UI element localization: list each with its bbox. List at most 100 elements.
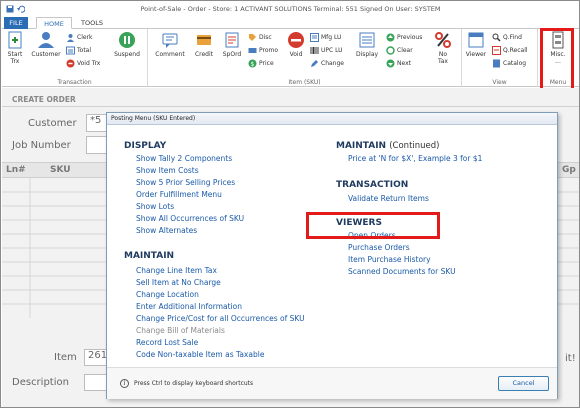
start-trx-icon [8,31,22,49]
edit-icon [311,60,318,67]
menu-item-validate-returns[interactable]: Validate Return Items [348,194,429,203]
clerk-button[interactable]: Clerk [66,33,93,42]
dialog-footer: i Press Ctrl to display keyboard shortcu… [107,367,557,399]
tab-file[interactable]: FILE [4,17,28,29]
menu-item-show-tally[interactable]: Show Tally 2 Components [136,154,232,163]
viewers-highlight-box [306,212,440,239]
menu-item-show-lots[interactable]: Show Lots [136,202,174,211]
credit-icon [197,35,211,45]
group-label-view: View [492,79,507,86]
keyboard-hint: Press Ctrl to display keyboard shortcuts [134,380,254,387]
item-field[interactable]: 261 [84,349,108,366]
credit-button[interactable]: Credit [191,31,217,58]
search-icon [492,33,501,42]
no-tax-button[interactable]: No Tax [430,31,456,65]
customer-button[interactable]: Customer [28,31,64,58]
menu-item-record-lost-sale[interactable]: Record Lost Sale [136,338,198,347]
menu-item-bill-of-materials: Change Bill of Materials [136,326,225,335]
tab-tools[interactable]: TOOLS [78,17,106,29]
viewer-button[interactable]: Viewer [463,31,489,58]
posting-menu-dialog: Posting Menu (SKU Entered) DISPLAY Show … [106,112,558,399]
misc-highlight-box [540,28,574,95]
menu-item-change-location[interactable]: Change Location [136,290,199,299]
tab-home[interactable]: HOME [36,17,72,29]
catalog-icon [493,59,500,68]
menu-item-change-tax[interactable]: Change Line Item Tax [136,266,217,275]
price-button[interactable]: $ Price [248,59,274,68]
void-icon [288,32,304,48]
info-icon: i [120,379,129,388]
spord-button[interactable]: SpOrd [219,31,245,58]
comment-icon [162,33,178,48]
clerk-icon [67,34,74,42]
column-sku: SKU [50,165,71,175]
upc-lu-button[interactable]: UPC LU [310,46,343,55]
clear-icon [386,46,395,55]
previous-button[interactable]: Previous [386,33,422,42]
menu-item-purchase-orders[interactable]: Purchase Orders [348,243,410,252]
void-trx-icon [66,59,75,68]
barcode-icon [310,47,319,54]
comment-button[interactable]: Comment [154,31,186,58]
menu-item-additional-info[interactable]: Enter Additional Information [136,302,242,311]
menu-item-n-for-x[interactable]: Price at 'N for $X', Example 3 for $1 [348,154,482,163]
window-title: Point-of-Sale - Order - Store: 1 ACTIVAN… [140,5,441,13]
display-icon [359,32,375,48]
menu-item-no-charge[interactable]: Sell Item at No Charge [136,278,221,287]
disc-button[interactable]: Disc [248,33,272,42]
next-button[interactable]: Next [386,59,411,68]
maintain-heading: MAINTAIN [124,251,175,261]
suspend-button[interactable]: Suspend [110,31,144,58]
menu-item-code-taxable[interactable]: Code Non-taxable Item as Taxable [136,350,264,359]
void-trx-button[interactable]: Void Trx [66,59,100,68]
start-trx-button[interactable]: Start Trx [4,31,26,65]
void-button[interactable]: Void [286,31,306,58]
catalog-button[interactable]: Catalog [492,59,526,68]
discount-icon [249,34,256,41]
menu-item-order-fulfillment[interactable]: Order Fulfillment Menu [136,190,222,199]
create-order-title: CREATE ORDER [12,95,76,104]
group-label-item: Item (SKU) [288,79,321,86]
menu-item-change-price-cost[interactable]: Change Price/Cost for all Occurrences of… [136,314,305,323]
divider [2,106,579,107]
change-button[interactable]: Change [310,59,344,68]
dialog-title: Posting Menu (SKU Entered) [107,113,557,125]
special-order-icon [225,32,239,48]
display-heading: DISPLAY [124,141,167,151]
maintain-continued-heading: MAINTAIN (Continued) [336,141,440,151]
q-find-button[interactable]: Q.Find [492,33,522,42]
menu-item-purchase-history[interactable]: Item Purchase History [348,255,431,264]
description-field[interactable] [84,374,108,391]
group-label-transaction: Transaction [57,79,92,86]
customer-label: Customer [28,118,77,129]
recall-icon [492,46,501,55]
arrow-up-icon [386,33,395,42]
menu-item-show-item-costs[interactable]: Show Item Costs [136,166,199,175]
menu-item-show-occurrences[interactable]: Show All Occurrences of SKU [136,214,244,223]
app-window: Point-of-Sale - Order - Store: 1 ACTIVAN… [0,0,580,408]
menu-item-show-alternates[interactable]: Show Alternates [136,226,197,235]
ribbon-tabs: FILE HOME TOOLS [2,16,579,29]
customer-icon [38,32,54,48]
mfg-lookup-icon [310,33,319,42]
transaction-heading: TRANSACTION [336,180,409,190]
promo-icon [248,48,257,53]
menu-item-scanned-documents[interactable]: Scanned Documents for SKU [348,267,456,276]
svg-text:$: $ [251,61,255,68]
percent-icon [435,32,451,48]
clear-button[interactable]: Clear [386,46,413,55]
partial-label: it! [565,353,576,364]
q-recall-button[interactable]: Q.Recall [492,46,528,55]
promo-button[interactable]: Promo [248,46,278,55]
total-button[interactable]: Total [66,46,91,55]
group-item-sku: Comment Credit SpOrd Disc Promo $ Price [148,29,462,87]
ribbon: Start Trx Customer Clerk Total Void Trx … [2,29,579,87]
pause-icon [119,32,135,48]
viewer-icon [468,32,484,48]
display-button[interactable]: Display [353,31,381,58]
cancel-button[interactable]: Cancel [498,376,549,391]
arrow-down-icon [386,59,395,68]
menu-item-prior-prices[interactable]: Show 5 Prior Selling Prices [136,178,235,187]
mfg-lu-button[interactable]: Mfg LU [310,33,341,42]
item-label: Item [54,352,77,363]
